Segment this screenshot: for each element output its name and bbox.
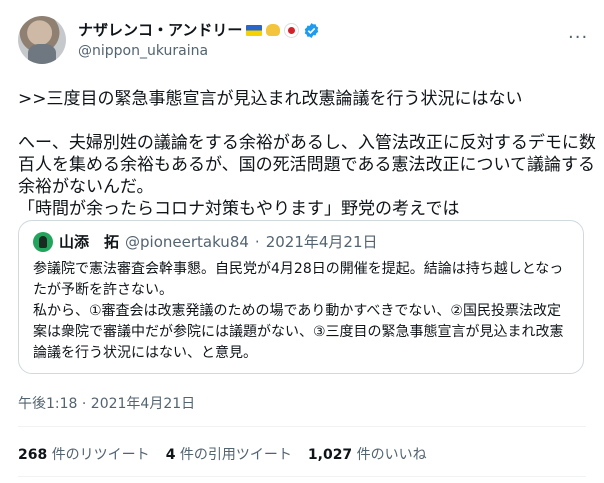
quotes-stat[interactable]: 4 件の引用ツイート: [166, 444, 292, 464]
more-options-icon[interactable]: ···: [568, 28, 588, 48]
retweets-count: 268: [18, 447, 48, 463]
likes-count: 1,027: [307, 447, 353, 463]
quotes-label: 件の引用ツイート: [179, 447, 292, 463]
quoted-author-handle: @pioneertaku84: [125, 232, 249, 251]
quoted-author-avatar: [33, 231, 53, 252]
divider: [18, 426, 586, 427]
quoted-author-name: 山添 拓: [59, 233, 120, 251]
quotes-count: 4: [165, 447, 176, 463]
quoted-separator: ·: [254, 232, 260, 251]
likes-label: 件のいいね: [356, 447, 427, 463]
quoted-tweet[interactable]: 山添 拓 @pioneertaku84 · 2021年4月21日 参議院で憲法審…: [18, 220, 584, 374]
author-names: ナザレンコ・アンドリー @nippon_ukuraina: [78, 20, 320, 61]
quoted-tweet-header: 山添 拓 @pioneertaku84 · 2021年4月21日: [33, 231, 378, 252]
likes-stat[interactable]: 1,027 件のいいね: [308, 444, 427, 464]
handshake-icon: [266, 24, 281, 36]
author-avatar[interactable]: [18, 16, 66, 64]
retweets-label: 件のリツイート: [51, 447, 150, 463]
author-display-name[interactable]: ナザレンコ・アンドリー: [78, 20, 320, 40]
verified-icon: [305, 22, 319, 38]
author-name-text: ナザレンコ・アンドリー: [78, 21, 243, 39]
author-handle[interactable]: @nippon_ukuraina: [78, 41, 320, 61]
tweet-header: ナザレンコ・アンドリー @nippon_ukuraina ···: [18, 14, 588, 74]
tweet-text: >>三度目の緊急事態宣言が見込まれ改憲論議を行う状況にはない へー、夫婦別姓の議…: [18, 89, 596, 219]
tweet-timestamp[interactable]: 午後1:18 · 2021年4月21日: [18, 393, 195, 413]
engagement-stats: 268 件のリツイート 4 件の引用ツイート 1,027 件のいいね: [18, 444, 427, 464]
retweets-stat[interactable]: 268 件のリツイート: [18, 444, 150, 464]
ukraine-flag-icon: [246, 24, 263, 36]
divider: [18, 476, 586, 477]
quoted-date: 2021年4月21日: [265, 233, 378, 251]
japan-flag-icon: [284, 22, 300, 38]
quoted-tweet-text: 参議院で憲法審査会幹事懇。自民党が4月28日の開催を提起。結論は持ち越しとなった…: [33, 261, 564, 361]
